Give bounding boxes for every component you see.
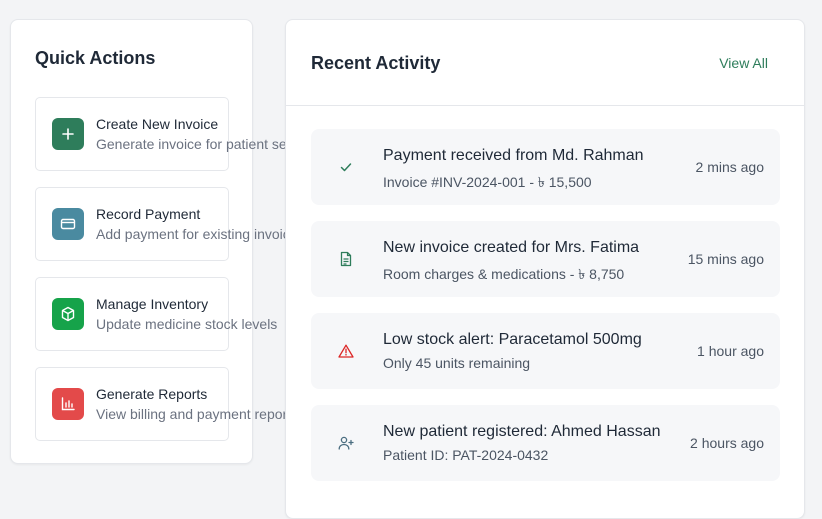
- activity-item[interactable]: New patient registered: Ahmed Hassan Pat…: [311, 405, 780, 481]
- quick-action-subtitle: Add payment for existing invoic: [96, 226, 290, 242]
- activity-time: 2 hours ago: [690, 435, 764, 451]
- plus-icon: [52, 118, 84, 150]
- quick-actions-panel: Quick Actions Create New Invoice Generat…: [10, 19, 290, 464]
- generate-reports-button[interactable]: Generate Reports View billing and paymen…: [35, 367, 287, 441]
- credit-card-icon: [52, 208, 84, 240]
- box-icon: [52, 298, 84, 330]
- activity-title: Payment received from Md. Rahman: [383, 147, 644, 164]
- activity-subtitle: Invoice #INV-2024-001 - ৳ 15,500: [383, 174, 592, 190]
- view-all-link[interactable]: View All: [719, 55, 768, 71]
- activity-subtitle: Patient ID: PAT-2024-0432: [383, 447, 549, 463]
- activity-subtitle: Only 45 units remaining: [383, 355, 531, 371]
- activity-item[interactable]: Low stock alert: Paracetamol 500mg Only …: [311, 313, 780, 389]
- create-invoice-button[interactable]: Create New Invoice Generate invoice for …: [35, 97, 287, 171]
- activity-time: 15 mins ago: [687, 251, 764, 267]
- activity-title: New patient registered: Ahmed Hassan: [383, 423, 661, 440]
- quick-action-subtitle: View billing and payment repor: [96, 406, 288, 422]
- activity-item[interactable]: New invoice created for Mrs. Fatima Room…: [311, 221, 780, 297]
- activity-title: Low stock alert: Paracetamol 500mg: [383, 331, 642, 348]
- activity-time: 1 hour ago: [697, 343, 764, 359]
- quick-action-title: Manage Inventory: [96, 296, 209, 312]
- quick-actions-title: Quick Actions: [35, 48, 156, 68]
- recent-activity-title: Recent Activity: [311, 53, 441, 73]
- check-icon: [337, 158, 355, 176]
- activity-time: 2 mins ago: [695, 159, 764, 175]
- activity-title: New invoice created for Mrs. Fatima: [383, 239, 640, 256]
- quick-action-title: Record Payment: [96, 206, 201, 222]
- quick-action-subtitle: Generate invoice for patient se: [96, 136, 287, 152]
- document-icon: [337, 250, 355, 268]
- record-payment-button[interactable]: Record Payment Add payment for existing …: [35, 187, 290, 261]
- warning-icon: [337, 342, 355, 360]
- user-plus-icon: [337, 434, 355, 452]
- quick-action-title: Generate Reports: [96, 386, 208, 402]
- bar-chart-icon: [52, 388, 84, 420]
- activity-subtitle: Room charges & medications - ৳ 8,750: [383, 266, 625, 282]
- quick-action-title: Create New Invoice: [96, 116, 219, 132]
- quick-action-subtitle: Update medicine stock levels: [96, 316, 278, 332]
- recent-activity-panel: Recent Activity View All Payment receive…: [285, 19, 805, 519]
- manage-inventory-button[interactable]: Manage Inventory Update medicine stock l…: [35, 277, 277, 351]
- recent-activity-header: Recent Activity View All: [286, 20, 804, 106]
- activity-item[interactable]: Payment received from Md. Rahman Invoice…: [311, 129, 780, 205]
